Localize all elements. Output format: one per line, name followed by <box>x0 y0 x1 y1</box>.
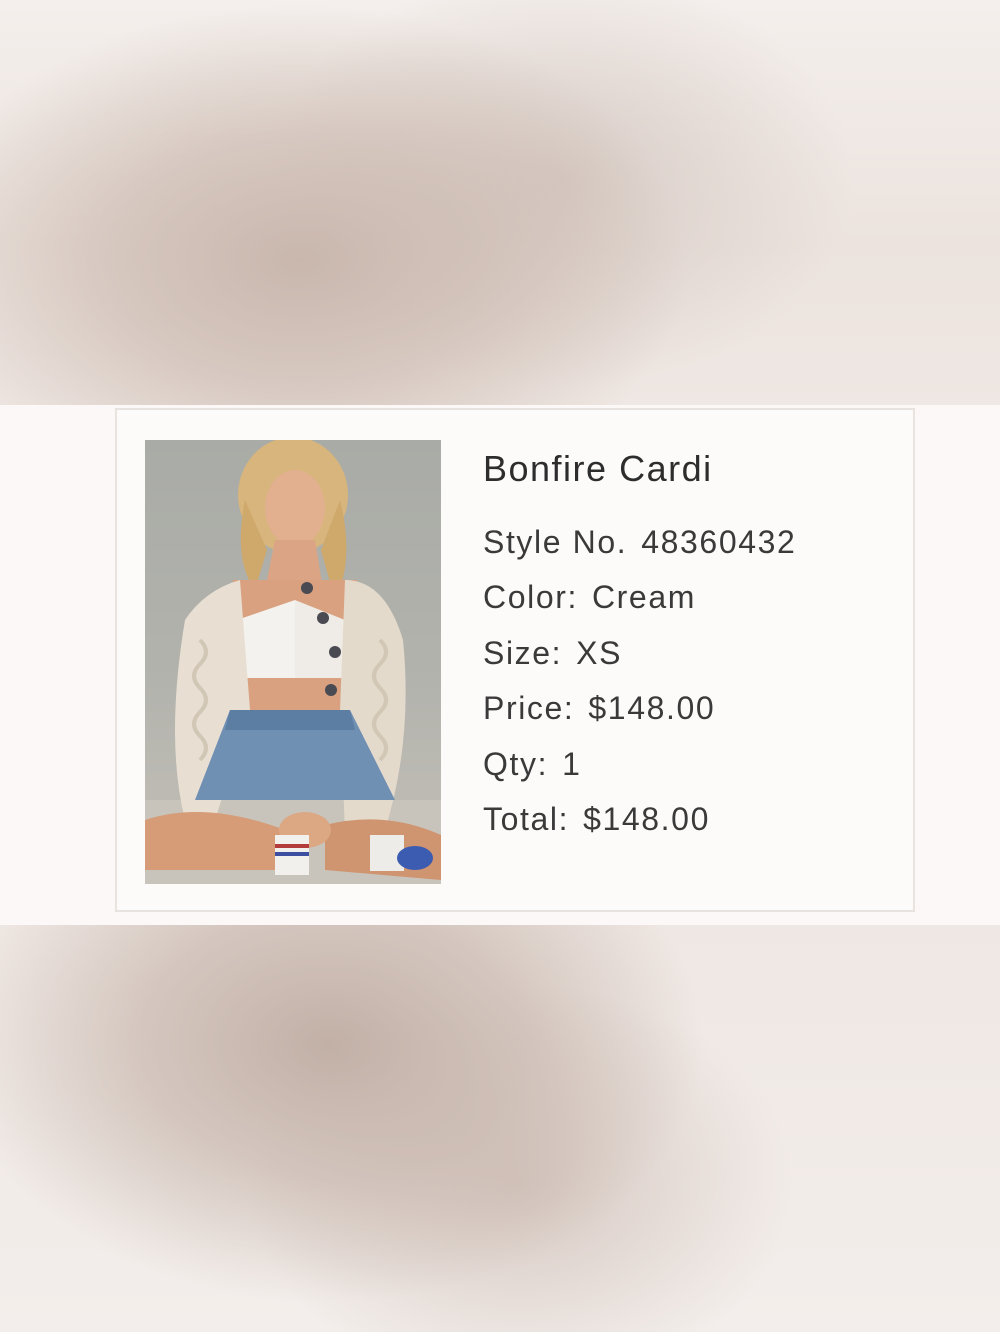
blurred-background-top <box>0 0 1000 405</box>
product-name: Bonfire Cardi <box>483 448 713 489</box>
detail-row-color: Color: Cream <box>483 579 796 634</box>
detail-row-style: Style No. 48360432 <box>483 524 796 579</box>
detail-row-total: Total: $148.00 <box>483 801 796 856</box>
product-photo-illustration <box>145 440 441 884</box>
qty-value: 1 <box>562 745 582 782</box>
color-value: Cream <box>591 579 696 616</box>
style-label: Style No. <box>483 524 628 560</box>
product-details: Bonfire Cardi Style No. 48360432 Color: Cr… <box>483 448 796 856</box>
size-label: Size: <box>483 634 563 671</box>
color-label: Color: <box>483 579 578 616</box>
style-value: 48360432 <box>641 524 797 560</box>
product-image[interactable] <box>145 440 441 884</box>
detail-row-price: Price: $148.00 <box>483 690 796 745</box>
price-value: $148.00 <box>588 690 716 727</box>
qty-label: Qty: <box>483 745 549 782</box>
total-value: $148.00 <box>583 800 710 837</box>
detail-row-qty: Qty: 1 <box>483 746 796 801</box>
order-item-card: Bonfire Cardi Style No. 48360432 Color: Cr… <box>115 408 915 912</box>
blurred-background-bottom <box>0 925 1000 1332</box>
size-value: XS <box>576 634 623 671</box>
price-label: Price: <box>483 690 575 727</box>
detail-row-size: Size: XS <box>483 635 796 690</box>
total-label: Total: <box>483 800 570 837</box>
